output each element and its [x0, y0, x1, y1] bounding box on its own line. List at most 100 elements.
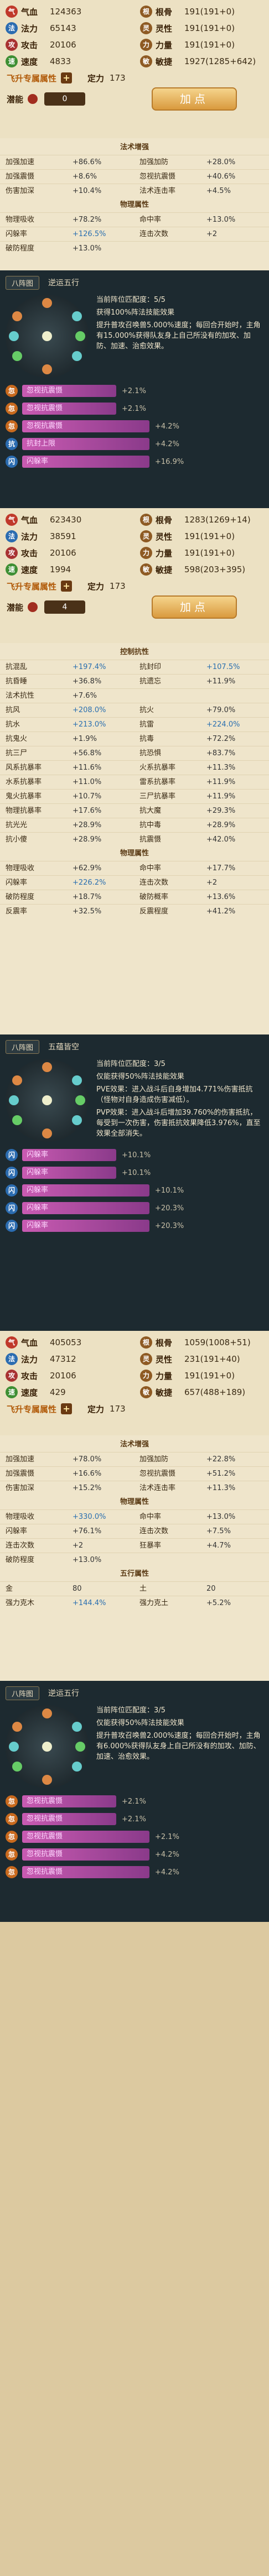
attr-name: 加强加速 — [6, 158, 35, 166]
formation-slot-icon — [72, 351, 82, 361]
table-row: 连击次数 +2 狂暴率 +4.7% — [0, 1538, 269, 1553]
formation-tab[interactable]: 八阵图 — [6, 1686, 40, 1700]
table-row: 加强加速 +78.0% 加强加防 +22.8% — [0, 1452, 269, 1466]
stat-cell: 气气血 405053 — [0, 1336, 134, 1349]
potential-label: 潜能 — [7, 602, 24, 613]
stat-row: 速速度 4833 敏敏捷 1927(1285+642) — [0, 53, 269, 70]
stat-value: 231(191+40) — [184, 1354, 240, 1364]
attr-value: +107.5% — [206, 663, 240, 671]
attr-value: +79.0% — [206, 706, 236, 714]
stat-icon: 法 — [6, 530, 18, 542]
stat-icon: 气 — [6, 1336, 18, 1349]
attr-name: 连击次数 — [139, 879, 169, 887]
table-row: 破防程度 +13.0% — [0, 241, 269, 255]
formation-tab[interactable]: 八阵图 — [6, 275, 40, 290]
table-row: 物理吸收 +78.2% 命中率 +13.0% — [0, 212, 269, 227]
stat-cell: 攻攻击 20106 — [0, 1370, 134, 1382]
flying-attribute-add-button[interactable]: + — [61, 72, 73, 83]
stat-cell: 法法力 65143 — [0, 22, 134, 34]
buff-bar: 忽视抗震慑 — [22, 1848, 149, 1861]
stat-value: 47312 — [50, 1354, 76, 1364]
attr-name: 命中率 — [139, 1513, 162, 1521]
stat-value: 20106 — [50, 548, 76, 558]
formation-slot-icon — [72, 1075, 82, 1085]
attr-value: +197.4% — [73, 663, 106, 671]
stat-value: 191(191+0) — [184, 1371, 235, 1381]
buff-row: 忽忽视抗震慑 +2.1% — [6, 1794, 263, 1809]
attr-value: +83.7% — [206, 749, 236, 757]
attr-name: 物理抗暴率 — [6, 807, 42, 815]
attr-value: +4.5% — [206, 187, 231, 195]
formation-slot-icon — [9, 1095, 19, 1105]
formation-slot-icon — [42, 1775, 52, 1785]
buff-bar: 忽视抗震慑 — [22, 403, 116, 415]
character-stats-1: 气气血 124363 根根骨 191(191+0) 法法力 65143 灵灵性 191(191… — [0, 0, 269, 138]
attr-value: +2 — [206, 879, 218, 887]
formation-slot-icon — [9, 331, 19, 341]
attr-name: 抗大魔 — [139, 807, 162, 815]
attr-value: +28.9% — [73, 821, 102, 829]
stat-label: 敏捷 — [156, 56, 173, 67]
attr-name: 抗昏睡 — [6, 677, 28, 686]
formation-slot-icon — [72, 1762, 82, 1772]
stat-row: 速速度 1994 敏敏捷 598(203+395) — [0, 561, 269, 578]
stat-cell: 根根骨 191(191+0) — [134, 6, 269, 18]
attr-name: 抗鬼火 — [6, 735, 28, 743]
stat-cell: 敏敏捷 1927(1285+642) — [134, 55, 269, 67]
stat-icon: 灵 — [140, 22, 152, 34]
stat-value: 124363 — [50, 7, 82, 17]
table-row: 抗昏睡 +36.8% 抗遗忘 +11.9% — [0, 674, 269, 688]
attr-name: 破防概率 — [139, 893, 169, 901]
formation-diagram-icon — [6, 1059, 89, 1142]
add-points-button[interactable]: 加点 — [152, 87, 237, 111]
stat-value: 191(191+0) — [184, 23, 235, 33]
attr-value: +29.3% — [206, 807, 236, 815]
attr-name: 抗封印 — [139, 663, 162, 671]
attr-name: 抗三尸 — [6, 749, 28, 757]
buff-icon: 闪 — [6, 456, 18, 468]
buff-value: +10.1% — [122, 1168, 151, 1177]
buff-row: 闪闪躲率 +16.9% — [6, 454, 263, 469]
formation-tab[interactable]: 八阵图 — [6, 1039, 40, 1054]
attr-name: 抗雷 — [139, 720, 154, 729]
stat-value: 1283(1269+14) — [184, 515, 251, 525]
buff-bar: 忽视抗震慑 — [22, 1866, 149, 1878]
attr-value: +2 — [73, 1542, 84, 1550]
stat-icon: 敏 — [140, 55, 152, 67]
buff-icon: 闪 — [6, 1184, 18, 1196]
attr-name: 物理吸收 — [6, 1513, 35, 1521]
buff-icon: 忽 — [6, 1866, 18, 1878]
stat-label: 气血 — [21, 1337, 38, 1348]
buff-row: 闪闪躲率 +10.1% — [6, 1147, 263, 1163]
stat-value: 623430 — [50, 515, 82, 525]
stat-value: 1927(1285+642) — [184, 56, 256, 66]
buff-value: +20.3% — [155, 1204, 184, 1213]
stat-cell: 力力量 191(191+0) — [134, 547, 269, 559]
attr-name: 连击次数 — [6, 1542, 35, 1550]
flying-attribute-row: 飞升专属属性 + 定力 173 — [0, 70, 269, 86]
formation-text-line: 当前阵位匹配度：3/5 — [96, 1060, 165, 1068]
stat-label: 灵性 — [156, 531, 173, 542]
formation-text-line: 仅能获得50%阵法技能效果 — [96, 1719, 184, 1727]
formation-name: 五蕴皆空 — [48, 1043, 80, 1052]
attr-name: 强力克土 — [139, 1599, 169, 1607]
buff-row: 闪闪躲率 +20.3% — [6, 1218, 263, 1234]
attr-value: +11.3% — [206, 1484, 236, 1492]
add-points-button[interactable]: 加点 — [152, 595, 237, 619]
character-stats-2: 气气血 623430 根根骨 1283(1269+14) 法法力 38591 灵灵性 191(… — [0, 508, 269, 643]
formation-body: 当前阵位匹配度：3/5 仅能获得50%阵法技能效果 提升普攻召唤兽2.000%速度；… — [0, 1702, 269, 1791]
attr-name: 法术连击率 — [139, 187, 176, 195]
attr-value: +17.7% — [206, 864, 236, 872]
attr-name: 连击次数 — [139, 1527, 169, 1535]
buff-row: 抗抗封上限 +4.2% — [6, 436, 263, 452]
attr-name: 加强加速 — [6, 1455, 35, 1464]
attr-name: 加强加防 — [139, 1455, 169, 1464]
stat-label: 速度 — [21, 1387, 38, 1398]
flying-attribute-add-button[interactable]: + — [61, 1403, 73, 1414]
stat-icon: 根 — [140, 1336, 152, 1349]
buff-value: +10.1% — [122, 1151, 151, 1159]
stat-row: 速速度 429 敏敏捷 657(488+189) — [0, 1384, 269, 1401]
attr-name: 加强震慑 — [6, 1470, 35, 1478]
formation-panel-2: 八阵图 五蕴皆空 当前阵位匹配度：3/5 仅能获得50%阵法技能效果 PVE效果：进入战… — [0, 1034, 269, 1331]
flying-attribute-add-button[interactable]: + — [61, 581, 73, 592]
